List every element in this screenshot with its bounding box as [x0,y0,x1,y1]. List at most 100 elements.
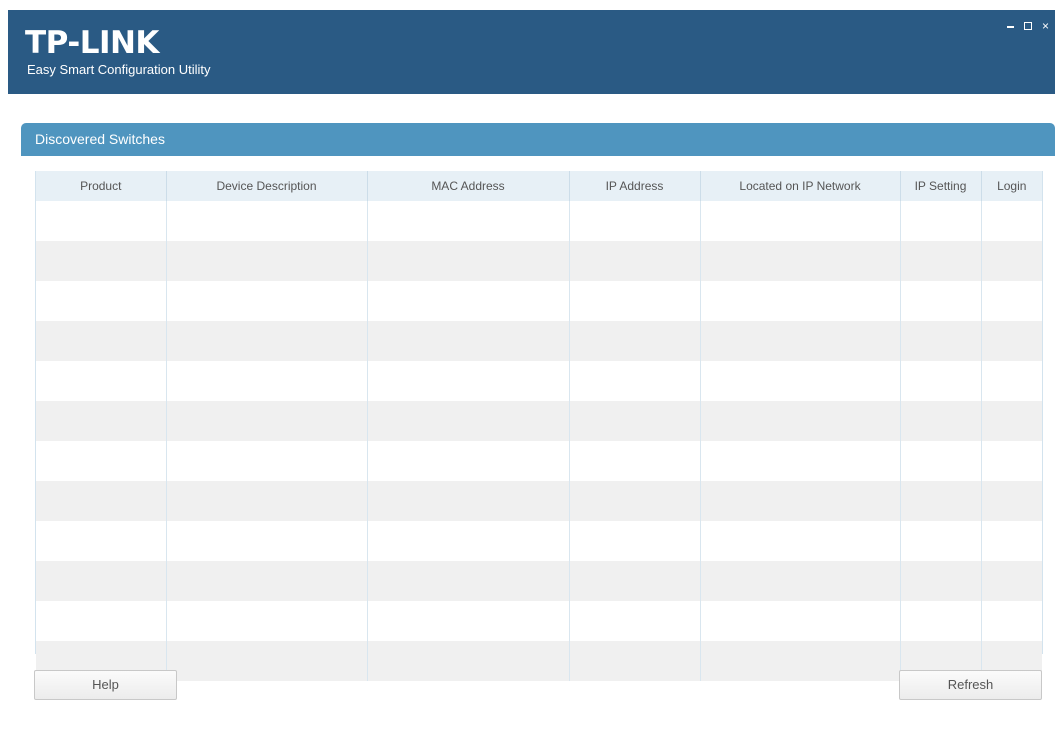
table-cell [900,201,982,241]
table-cell [981,281,1042,321]
table-cell [700,401,901,441]
table-cell [569,361,701,401]
switches-table: Product Device Description MAC Address I… [36,171,1042,681]
column-header-ip-address[interactable]: IP Address [569,171,701,201]
table-cell [700,321,901,361]
minimize-icon[interactable] [1006,20,1014,32]
table-cell [367,401,570,441]
table-cell [36,361,167,401]
switches-table-container: Product Device Description MAC Address I… [35,171,1043,681]
table-row[interactable] [36,241,1042,281]
table-row[interactable] [36,601,1042,641]
refresh-button[interactable]: Refresh [899,670,1042,700]
table-row[interactable] [36,481,1042,521]
table-cell [569,201,701,241]
table-cell [981,441,1042,481]
table-cell [569,481,701,521]
table-cell [700,601,901,641]
table-cell [900,601,982,641]
table-cell [700,481,901,521]
table-cell [900,241,982,281]
table-cell [900,561,982,601]
table-row[interactable] [36,641,1042,681]
table-cell [700,521,901,561]
table-cell [166,281,368,321]
window-controls: × [1006,20,1049,32]
table-cell [36,281,167,321]
table-cell [900,441,982,481]
table-cell [700,241,901,281]
table-cell [569,281,701,321]
table-row[interactable] [36,561,1042,601]
table-cell [367,281,570,321]
column-header-located-network[interactable]: Located on IP Network [700,171,901,201]
table-cell [166,481,368,521]
table-cell [166,521,368,561]
table-cell [569,321,701,361]
table-cell [900,281,982,321]
table-cell [36,441,167,481]
table-cell [981,601,1042,641]
table-cell [981,521,1042,561]
panel-title: Discovered Switches [21,123,1055,156]
table-cell [36,241,167,281]
table-cell [900,401,982,441]
table-row[interactable] [36,401,1042,441]
table-row[interactable] [36,281,1042,321]
table-cell [166,641,368,681]
table-cell [700,441,901,481]
column-header-ip-setting[interactable]: IP Setting [900,171,982,201]
column-header-product[interactable]: Product [36,171,167,201]
table-cell [700,281,901,321]
table-cell [367,361,570,401]
table-cell [700,561,901,601]
table-cell [367,521,570,561]
table-cell [367,561,570,601]
table-cell [367,201,570,241]
table-cell [367,441,570,481]
table-cell [36,481,167,521]
table-cell [367,241,570,281]
table-row[interactable] [36,441,1042,481]
maximize-icon[interactable] [1023,20,1032,32]
column-header-login[interactable]: Login [981,171,1042,201]
table-cell [166,321,368,361]
table-row[interactable] [36,521,1042,561]
table-cell [36,601,167,641]
table-cell [36,521,167,561]
table-cell [569,441,701,481]
table-header-row: Product Device Description MAC Address I… [36,171,1042,201]
table-cell [367,321,570,361]
table-cell [981,241,1042,281]
table-cell [166,561,368,601]
table-cell [36,401,167,441]
table-row[interactable] [36,361,1042,401]
app-subtitle: Easy Smart Configuration Utility [27,62,211,77]
table-cell [700,641,901,681]
table-cell [900,321,982,361]
help-button[interactable]: Help [34,670,177,700]
title-bar: TP-LINK Easy Smart Configuration Utility… [8,10,1055,94]
table-cell [700,201,901,241]
table-cell [981,321,1042,361]
table-cell [900,481,982,521]
table-cell [166,241,368,281]
table-cell [166,401,368,441]
table-cell [981,361,1042,401]
table-cell [166,441,368,481]
table-cell [981,481,1042,521]
tp-link-logo: TP-LINK [25,25,159,61]
table-cell [569,241,701,281]
table-cell [569,561,701,601]
close-icon[interactable]: × [1042,20,1049,32]
table-cell [569,521,701,561]
table-cell [569,601,701,641]
table-cell [569,641,701,681]
table-row[interactable] [36,201,1042,241]
table-row[interactable] [36,321,1042,361]
column-header-device-description[interactable]: Device Description [166,171,368,201]
table-cell [900,521,982,561]
column-header-mac-address[interactable]: MAC Address [367,171,570,201]
table-body [36,201,1042,681]
table-cell [36,201,167,241]
